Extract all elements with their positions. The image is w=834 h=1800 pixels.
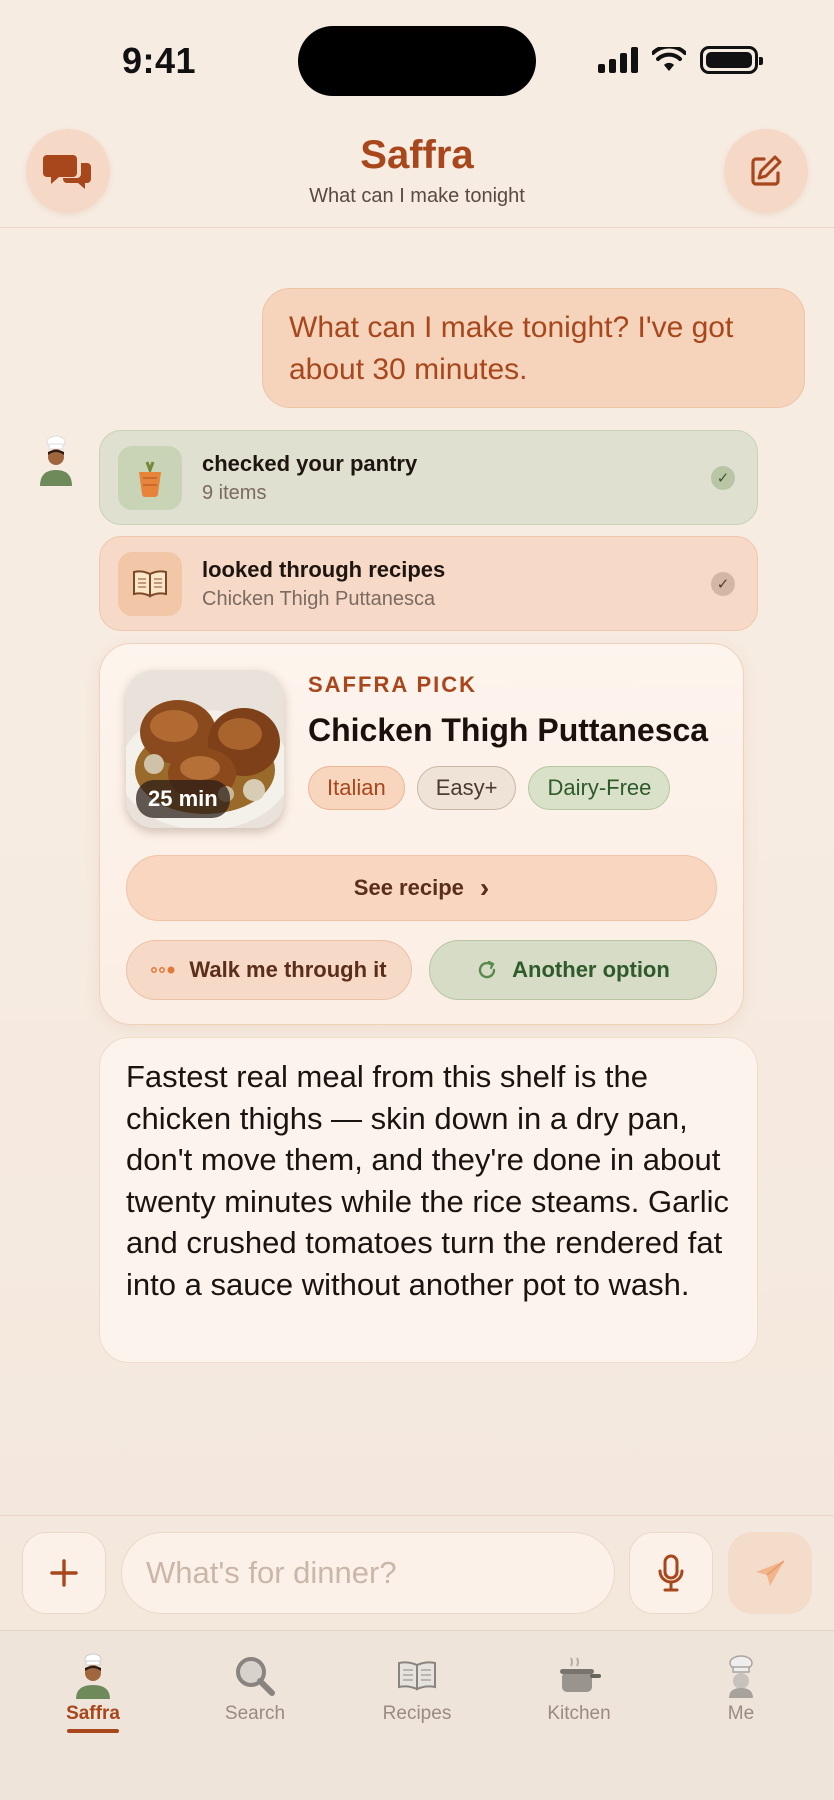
- steps-dots-icon: [151, 966, 175, 974]
- chevron-right-icon: ›: [479, 872, 490, 903]
- app-subtitle: What can I make tonight: [309, 185, 525, 207]
- magnifier-icon: [231, 1653, 279, 1699]
- see-recipe-button[interactable]: See recipe ›: [126, 855, 717, 921]
- refresh-icon: [478, 960, 496, 979]
- plus-icon: [50, 1559, 78, 1587]
- cook-time-badge: 25 min: [136, 780, 230, 818]
- cooking-pot-icon: [555, 1653, 603, 1699]
- active-tab-indicator: [67, 1729, 119, 1733]
- app-title: Saffra: [360, 133, 474, 177]
- step-subtitle: Chicken Thigh Puttanesca: [202, 587, 436, 610]
- send-button[interactable]: [728, 1532, 812, 1614]
- tab-label: Me: [727, 1703, 755, 1724]
- step-title: looked through recipes: [202, 556, 446, 582]
- composer-bar: [0, 1515, 834, 1630]
- voice-input-button[interactable]: [629, 1532, 713, 1614]
- tab-search[interactable]: Search: [185, 1653, 325, 1725]
- tab-label: Recipes: [382, 1703, 452, 1724]
- another-option-label: Another option: [512, 957, 670, 982]
- tab-recipes[interactable]: Recipes: [347, 1653, 487, 1725]
- walk-me-through-label: Walk me through it: [189, 957, 387, 982]
- dynamic-island: [298, 26, 536, 96]
- tab-saffra[interactable]: Saffra: [23, 1653, 163, 1733]
- user-message-bubble: What can I make tonight? I've got about …: [262, 288, 805, 408]
- step-title: checked your pantry: [202, 450, 418, 476]
- chef-avatar-icon: [40, 435, 72, 486]
- chef-avatar-icon: [69, 1653, 117, 1699]
- status-bar: 9:41: [0, 0, 834, 110]
- open-book-icon: [118, 551, 182, 616]
- microphone-icon: [658, 1554, 684, 1592]
- wifi-icon: [652, 47, 686, 71]
- tab-label: Saffra: [66, 1703, 120, 1724]
- checkmark-icon: ✓: [711, 571, 735, 596]
- step-card-recipes[interactable]: looked through recipes Chicken Thigh Put…: [99, 536, 758, 631]
- tab-kitchen[interactable]: Kitchen: [509, 1653, 649, 1725]
- another-option-button[interactable]: Another option: [429, 940, 717, 1000]
- tab-me[interactable]: Me: [671, 1653, 811, 1725]
- recipe-photo[interactable]: 25 min: [126, 670, 284, 828]
- recipe-tags: Italian Easy+ Dairy-Free: [308, 766, 671, 810]
- pick-label: SAFFRA PICK: [308, 672, 478, 697]
- tag-difficulty: Easy+: [416, 766, 517, 810]
- recipe-book-icon: [393, 1653, 441, 1699]
- compose-icon: [751, 155, 782, 186]
- attach-button[interactable]: [22, 1532, 106, 1614]
- see-recipe-label: See recipe: [353, 875, 464, 900]
- new-chat-button[interactable]: [724, 129, 808, 213]
- status-time: 9:41: [122, 40, 197, 81]
- step-card-pantry[interactable]: checked your pantry 9 items ✓: [99, 430, 758, 525]
- checkmark-icon: ✓: [711, 465, 735, 490]
- tab-label: Kitchen: [547, 1703, 611, 1724]
- cellular-signal-icon: [598, 47, 638, 73]
- tag-diet: Dairy-Free: [528, 766, 671, 810]
- recipe-card: 25 min SAFFRA PICK Chicken Thigh Puttane…: [99, 643, 744, 1025]
- step-subtitle: 9 items: [202, 481, 267, 504]
- battery-icon: [700, 46, 763, 74]
- walk-me-through-button[interactable]: Walk me through it: [126, 940, 412, 1000]
- tab-bar: Saffra Search Recipes Kitchen Me: [0, 1630, 834, 1800]
- carrot-basket-icon: [118, 445, 182, 510]
- tag-cuisine: Italian: [308, 766, 405, 810]
- tab-label: Search: [224, 1703, 286, 1724]
- paper-plane-icon: [756, 1560, 785, 1586]
- recipe-title: Chicken Thigh Puttanesca: [308, 712, 709, 748]
- message-input[interactable]: [121, 1532, 615, 1614]
- chef-profile-icon: [717, 1653, 765, 1699]
- status-icons: [598, 46, 763, 74]
- assistant-message-bubble: Fastest real meal from this shelf is the…: [99, 1037, 758, 1363]
- app-header: Saffra What can I make tonight: [0, 115, 834, 228]
